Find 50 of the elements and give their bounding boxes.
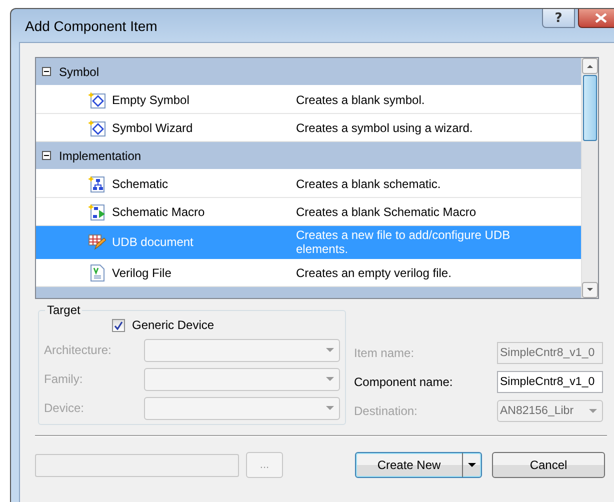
template-name: Symbol Wizard: [112, 120, 194, 134]
checkbox[interactable]: [112, 318, 125, 332]
group-label: Symbol: [59, 64, 100, 78]
group-label: Implementation: [59, 148, 142, 162]
template-name: Verilog File: [112, 266, 172, 280]
scroll-up-icon[interactable]: [582, 58, 598, 74]
field-label: Destination:: [354, 404, 418, 418]
template-description: Creates an empty verilog file.: [296, 266, 452, 280]
field-label: Family:: [44, 372, 84, 386]
dropdown-arrow-icon: [468, 463, 476, 467]
template-description: Creates a blank schematic.: [296, 176, 442, 190]
verilog-file-icon: [88, 264, 106, 282]
group-header[interactable]: Symbol: [36, 58, 581, 86]
collapse-icon[interactable]: [42, 67, 51, 76]
schematic-file-icon: [88, 174, 106, 192]
window-title: Add Component Item: [25, 18, 158, 34]
dropdown-arrow-icon: [589, 409, 597, 413]
close-icon: [594, 13, 606, 23]
help-button[interactable]: ?: [542, 9, 575, 28]
checkbox-label: Generic Device: [132, 318, 214, 332]
cancel-button[interactable]: Cancel: [492, 452, 605, 478]
text-field[interactable]: SimpleCntr8_v1_0: [497, 371, 603, 393]
group-title: Target: [46, 303, 82, 317]
scrollbar[interactable]: [581, 58, 598, 298]
dropdown-arrow-icon: [326, 377, 334, 381]
dropdown-arrow-icon: [326, 348, 334, 352]
dropdown-arrow-icon: [326, 406, 334, 410]
scroll-down-icon[interactable]: [582, 282, 598, 298]
close-button[interactable]: [578, 9, 614, 28]
field-label: Item name:: [354, 346, 416, 360]
create-new-button[interactable]: Create New: [355, 452, 482, 478]
template-description: Creates a blank symbol.: [296, 92, 426, 106]
template-name: Schematic Macro: [112, 204, 206, 218]
template-name: Schematic: [112, 176, 170, 190]
field-label: Device:: [44, 401, 86, 415]
symbol-file-icon: [88, 90, 106, 108]
template-description: Creates a new file to add/configure UDB elements.: [296, 228, 512, 256]
field-label: Architecture:: [44, 343, 112, 357]
schematic-macro-icon: [88, 202, 106, 220]
field-label: Component name:: [354, 375, 454, 389]
template-name: UDB document: [112, 235, 194, 249]
group-header[interactable]: Implementation: [36, 142, 581, 170]
template-name: Empty Symbol: [112, 92, 190, 106]
collapse-icon[interactable]: [42, 151, 51, 160]
path-field[interactable]: [35, 454, 239, 476]
scroll-thumb[interactable]: [583, 75, 597, 141]
symbol-file-icon: [88, 118, 106, 136]
grid-pencil-icon: [88, 233, 106, 251]
template-description: Creates a blank Schematic Macro: [296, 204, 478, 218]
template-description: Creates a symbol using a wizard.: [296, 120, 474, 134]
